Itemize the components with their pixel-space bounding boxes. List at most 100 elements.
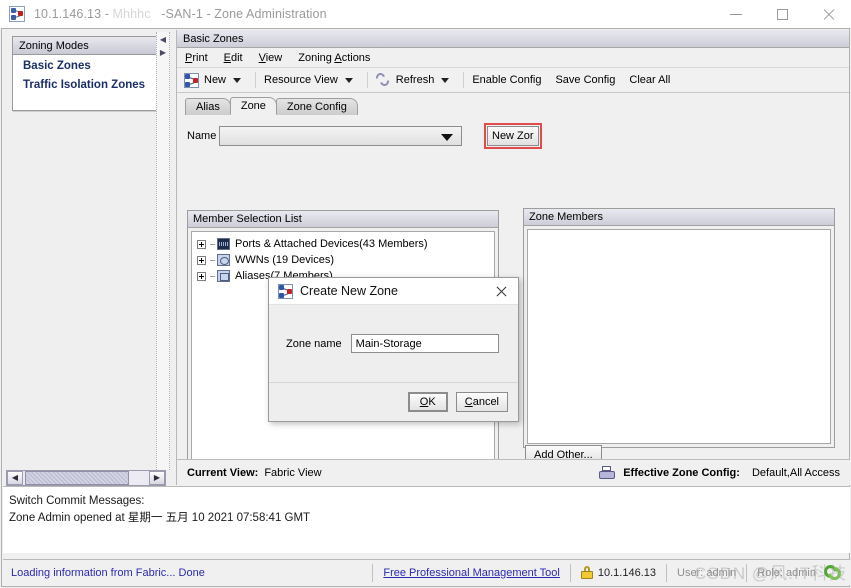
switch-commit-messages: Switch Commit Messages: Zone Admin opene… <box>3 486 850 553</box>
cancel-button[interactable]: Cancel <box>455 392 508 412</box>
current-view-value: Fabric View <box>264 466 322 479</box>
loading-status-text: Loading information from Fabric... Done <box>11 566 205 579</box>
name-label: Name <box>187 130 217 142</box>
zone-administration-window: 10.1.146.13 - Mhhhc -SAN-1 - Zone Admini… <box>0 0 851 588</box>
tab-zone[interactable]: Zone <box>229 97 277 115</box>
printer-icon <box>599 465 616 480</box>
toolbar-new-label: New <box>204 74 227 86</box>
expander-plus-icon[interactable] <box>197 239 206 249</box>
new-zone-highlight: New Zor <box>484 123 542 149</box>
scroll-down-icon[interactable]: ▶ <box>157 46 169 58</box>
chevron-down-icon[interactable] <box>233 77 242 83</box>
status-separator <box>569 563 571 582</box>
commit-heading: Switch Commit Messages: <box>9 495 145 507</box>
scroll-up-icon[interactable]: ◀ <box>157 33 169 45</box>
menu-zoning-actions[interactable]: Zoning Actions <box>298 52 370 64</box>
toolbar-resource-view-label: Resource View <box>264 74 338 86</box>
zone-members-header: Zone Members <box>524 209 834 226</box>
tree-connector <box>210 259 215 261</box>
maximize-icon <box>776 8 788 20</box>
expander-plus-icon[interactable] <box>197 271 206 281</box>
tab-alias[interactable]: Alias <box>185 98 231 115</box>
user-label: User: admin <box>677 566 737 579</box>
app-icon <box>9 6 25 22</box>
window-title: 10.1.146.13 - Mhhhc -SAN-1 - Zone Admini… <box>34 7 327 21</box>
maximize-button[interactable] <box>759 0 805 28</box>
menu-edit[interactable]: Edit <box>224 52 243 64</box>
chevron-down-icon[interactable] <box>441 134 453 141</box>
new-zone-icon <box>184 72 199 88</box>
zone-name-combobox[interactable] <box>219 126 462 146</box>
toolbar: New Resource View Refresh Enable Config … <box>177 68 849 93</box>
dialog-close-button[interactable] <box>484 278 518 305</box>
status-separator <box>666 563 667 582</box>
minimize-button[interactable] <box>713 0 759 28</box>
toolbar-save-config-button[interactable]: Save Config <box>555 74 615 86</box>
zone-members-panel: Zone Members <box>523 208 835 448</box>
refresh-icon <box>374 71 391 88</box>
menu-edit-rest: dit <box>230 51 243 64</box>
ports-icon <box>217 238 230 250</box>
zone-name-input[interactable] <box>350 334 499 353</box>
title-bar: 10.1.146.13 - Mhhhc -SAN-1 - Zone Admini… <box>0 0 851 28</box>
tab-strip: Alias Zone Zone Config <box>185 97 849 115</box>
zone-name-label: Zone name <box>286 337 342 350</box>
scroll-left-button[interactable]: ◀ <box>7 471 23 485</box>
status-separator <box>746 563 748 582</box>
refresh-green-icon[interactable] <box>821 561 844 583</box>
free-professional-management-tool-link[interactable]: Free Professional Management Tool <box>383 567 560 579</box>
expander-plus-icon[interactable] <box>197 255 206 265</box>
zoning-modes-box: Zoning Modes Basic Zones Traffic Isolati… <box>12 36 158 111</box>
tree-item[interactable]: Ports & Attached Devices(43 Members) <box>197 236 494 252</box>
create-new-zone-dialog: Create New Zone Zone name OK Cancel <box>268 277 519 422</box>
window-title-suffix: -SAN-1 - Zone Administration <box>161 7 327 21</box>
toolbar-enable-config-button[interactable]: Enable Config <box>472 74 541 86</box>
name-row: Name New Zor <box>187 123 849 149</box>
sidebar: Zoning Modes Basic Zones Traffic Isolati… <box>3 30 175 486</box>
toolbar-new-button[interactable]: New <box>184 72 242 88</box>
close-button[interactable] <box>805 0 851 28</box>
chevron-down-icon[interactable] <box>344 77 353 83</box>
status-separator <box>372 563 374 582</box>
toolbar-separator <box>463 72 465 88</box>
new-zone-icon <box>278 283 293 299</box>
sidebar-item-traffic-isolation-zones[interactable]: Traffic Isolation Zones <box>13 75 157 94</box>
close-icon <box>495 285 507 297</box>
zone-members-list[interactable] <box>527 229 831 444</box>
window-controls <box>713 0 851 28</box>
scroll-right-button[interactable]: ▶ <box>149 471 165 485</box>
toolbar-separator <box>255 72 257 88</box>
effective-zone-config-label: Effective Zone Config: <box>623 466 740 479</box>
sidebar-item-basic-zones[interactable]: Basic Zones <box>13 55 157 75</box>
menu-bar: Print Edit View Zoning Actions <box>177 48 849 68</box>
tree-connector <box>210 243 215 245</box>
scroll-thumb[interactable] <box>25 471 129 485</box>
sidebar-vertical-scrollbar[interactable]: ◀ ▶ <box>156 32 170 470</box>
toolbar-resource-view-button[interactable]: Resource View <box>264 74 353 86</box>
panel-title: Basic Zones <box>177 30 849 48</box>
tree-connector <box>210 275 215 277</box>
tree-item[interactable]: WWNs (19 Devices) <box>197 252 494 268</box>
zoning-modes-header: Zoning Modes <box>13 37 157 55</box>
dialog-footer: OK Cancel <box>269 383 518 421</box>
role-label: Role: admin <box>757 566 816 579</box>
scroll-track[interactable] <box>23 471 149 485</box>
tab-zone-config[interactable]: Zone Config <box>275 98 358 115</box>
wwn-icon <box>217 254 230 266</box>
window-title-faded: Mhhhc <box>112 7 151 21</box>
ok-button[interactable]: OK <box>407 392 448 412</box>
commit-message-line: Zone Admin opened at 星期一 五月 10 2021 07:5… <box>9 512 311 524</box>
menu-view[interactable]: View <box>259 52 283 64</box>
toolbar-refresh-label: Refresh <box>395 74 435 86</box>
dialog-body: Zone name <box>269 305 518 383</box>
dialog-title: Create New Zone <box>300 284 398 298</box>
tree-item-label: WWNs (19 Devices) <box>235 254 335 266</box>
chevron-down-icon[interactable] <box>441 77 450 83</box>
panel-status-bar: Current View: Fabric View Effective Zone… <box>177 459 850 485</box>
toolbar-clear-all-button[interactable]: Clear All <box>629 74 670 86</box>
toolbar-refresh-button[interactable]: Refresh <box>374 71 450 88</box>
new-zone-button[interactable]: New Zor <box>487 126 539 146</box>
minimize-icon <box>730 13 742 15</box>
sidebar-horizontal-scrollbar[interactable]: ◀ ▶ <box>6 470 166 486</box>
menu-print[interactable]: Print <box>185 52 208 64</box>
